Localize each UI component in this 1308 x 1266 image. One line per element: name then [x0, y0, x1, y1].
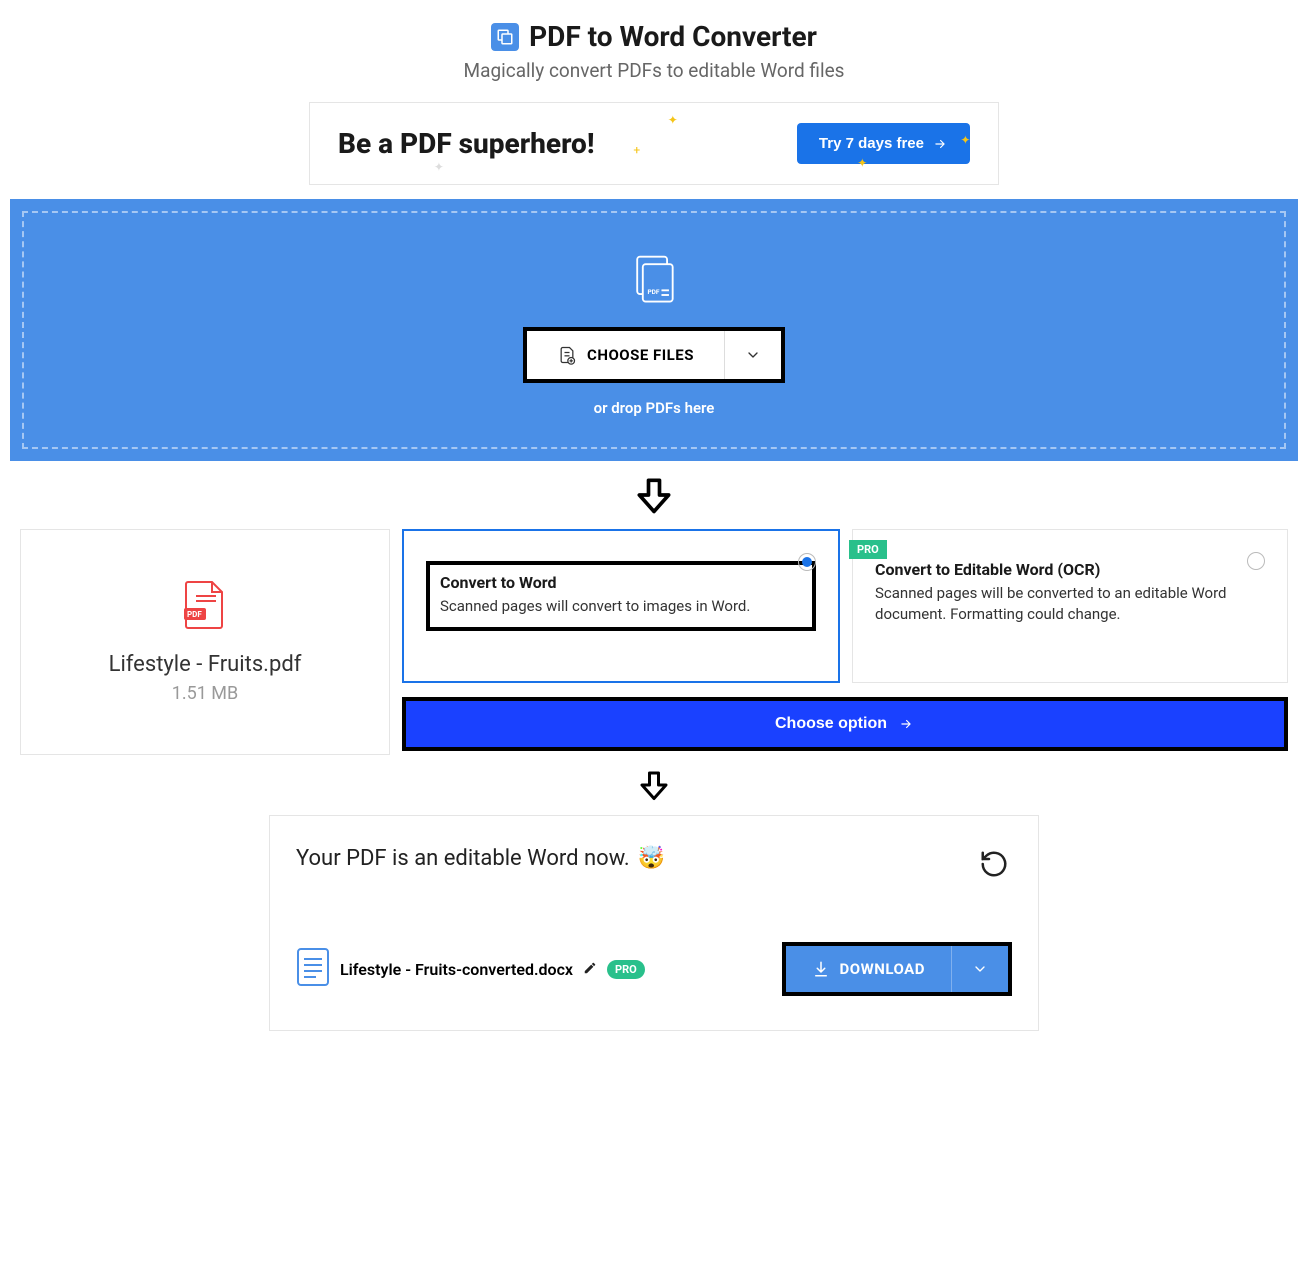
- svg-text:PDF: PDF: [647, 288, 659, 296]
- file-add-icon: [557, 345, 577, 365]
- choose-files-dropdown[interactable]: [725, 331, 781, 379]
- flow-arrow-icon: [10, 473, 1298, 521]
- app-icon: [491, 23, 519, 51]
- try-free-button[interactable]: Try 7 days free: [797, 123, 970, 164]
- reload-icon: [979, 849, 1009, 879]
- options-section: PDF Lifestyle - Fruits.pdf 1.51 MB Conve…: [10, 529, 1298, 755]
- file-name: Lifestyle - Fruits.pdf: [109, 652, 302, 677]
- choose-option-label: Choose option: [775, 715, 887, 733]
- choose-files-button[interactable]: CHOOSE FILES: [527, 331, 725, 379]
- download-button-group: DOWNLOAD: [782, 942, 1012, 996]
- pdf-file-icon: PDF: [184, 580, 226, 634]
- restart-button[interactable]: [976, 846, 1012, 882]
- page-subtitle: Magically convert PDFs to editable Word …: [10, 59, 1298, 82]
- page-title: PDF to Word Converter: [529, 20, 817, 53]
- choose-files-label: CHOOSE FILES: [587, 346, 694, 364]
- result-filename: Lifestyle - Fruits-converted.docx: [340, 960, 573, 979]
- download-button[interactable]: DOWNLOAD: [786, 946, 951, 992]
- choose-option-button[interactable]: Choose option: [406, 701, 1284, 747]
- download-dropdown[interactable]: [951, 946, 1008, 992]
- edit-filename-button[interactable]: [583, 960, 597, 979]
- sparkle-icon: ✦: [960, 133, 970, 147]
- pro-badge: PRO: [607, 960, 645, 979]
- flow-arrow-icon: [10, 767, 1298, 807]
- dropzone[interactable]: PDF CHOOSE FILES or drop PDFs here: [10, 199, 1298, 461]
- radio-selected-icon: [798, 553, 816, 571]
- download-icon: [812, 960, 830, 978]
- chevron-down-icon: [972, 961, 988, 977]
- arrow-right-icon: [897, 717, 915, 731]
- chevron-down-icon: [745, 347, 761, 363]
- sparkle-icon: ✦: [434, 160, 444, 174]
- result-card: Your PDF is an editable Word now. 🤯 Life…: [269, 815, 1039, 1031]
- option-title: Convert to Word: [440, 573, 802, 592]
- download-label: DOWNLOAD: [840, 960, 925, 978]
- radio-unselected-icon: [1247, 552, 1265, 570]
- try-free-label: Try 7 days free: [819, 135, 924, 152]
- promo-banner: ✦ + ✦ ✦ ✦ Be a PDF superhero! Try 7 days…: [309, 102, 999, 185]
- pencil-icon: [583, 961, 597, 975]
- file-size: 1.51 MB: [172, 683, 239, 704]
- option-desc: Scanned pages will be converted to an ed…: [875, 583, 1265, 625]
- result-message: Your PDF is an editable Word now.: [296, 846, 630, 871]
- pdf-stack-icon: PDF: [626, 253, 682, 313]
- header: PDF to Word Converter Magically convert …: [10, 20, 1298, 82]
- sparkle-icon: +: [633, 143, 640, 157]
- emoji-icon: 🤯: [638, 846, 665, 871]
- drop-hint: or drop PDFs here: [44, 399, 1264, 417]
- doc-file-icon: [296, 947, 330, 991]
- option-title: Convert to Editable Word (OCR): [875, 560, 1265, 579]
- sparkle-icon: ✦: [857, 156, 867, 170]
- arrow-right-icon: [932, 137, 948, 151]
- option-desc: Scanned pages will convert to images in …: [440, 596, 802, 617]
- svg-text:PDF: PDF: [187, 610, 202, 619]
- option-convert-ocr[interactable]: PRO Convert to Editable Word (OCR) Scann…: [852, 529, 1288, 683]
- promo-title: Be a PDF superhero!: [338, 127, 595, 160]
- pro-badge: PRO: [849, 540, 887, 559]
- option-convert-to-word[interactable]: Convert to Word Scanned pages will conve…: [402, 529, 840, 683]
- choose-files-button-group: CHOOSE FILES: [523, 327, 785, 383]
- uploaded-file-card: PDF Lifestyle - Fruits.pdf 1.51 MB: [20, 529, 390, 755]
- sparkle-icon: ✦: [668, 113, 678, 127]
